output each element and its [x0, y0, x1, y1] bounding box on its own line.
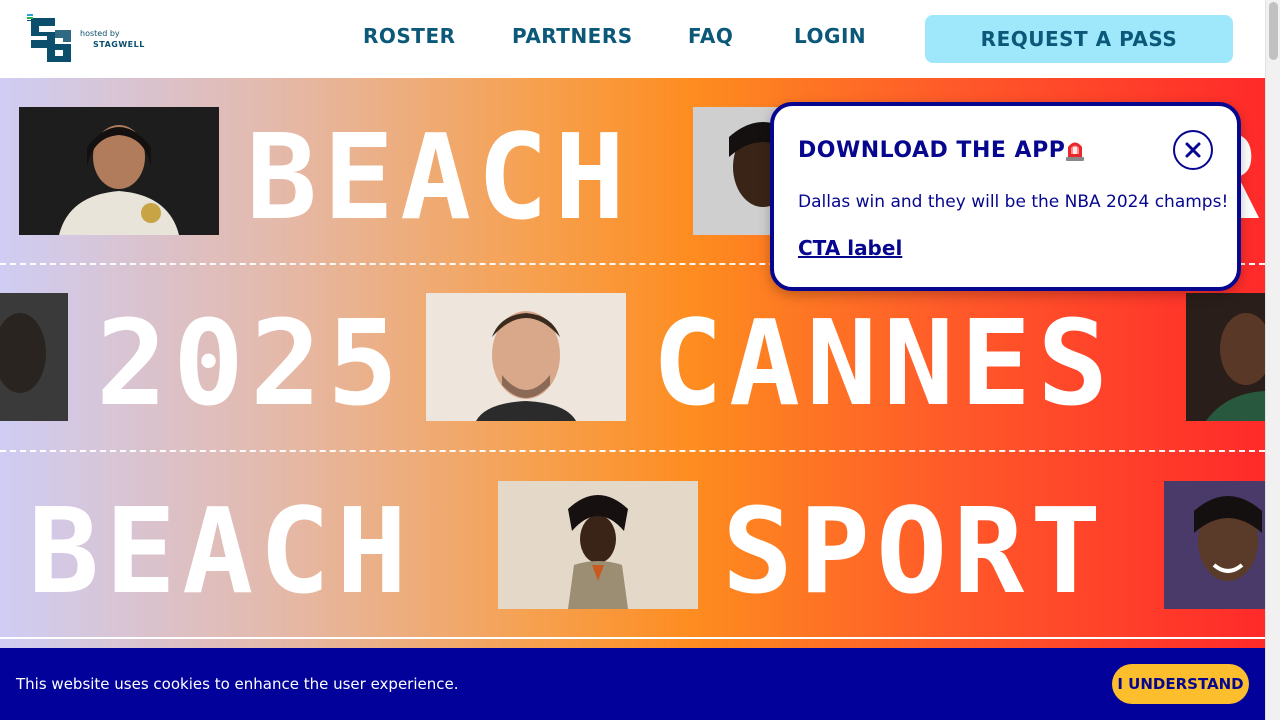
athlete-photo [426, 293, 626, 421]
popup-message: Dallas win and they will be the NBA 2024… [798, 192, 1229, 212]
sb-logo-mark [31, 18, 71, 62]
hosted-by-label: hosted by [80, 29, 120, 38]
nav-partners[interactable]: PARTNERS [512, 24, 633, 48]
close-popup-button[interactable] [1173, 130, 1213, 170]
nav-faq[interactable]: FAQ [688, 24, 733, 48]
hero-word-2025: 2025 [96, 294, 405, 432]
cookie-banner: This website uses cookies to enhance the… [0, 648, 1265, 720]
athlete-photo [498, 481, 698, 609]
popup-cta-link[interactable]: CTA label [798, 236, 902, 260]
request-pass-button[interactable]: REQUEST A PASS [925, 15, 1233, 63]
nav-roster[interactable]: ROSTER [363, 24, 456, 48]
divider [0, 637, 1265, 639]
page-scrollbar[interactable] [1265, 0, 1280, 720]
hero-word-beach: BEACH [28, 482, 414, 620]
sport-beach-logo[interactable]: hosted by STAGWELL [27, 14, 157, 64]
hero-word-cannes: CANNES [652, 294, 1115, 432]
cookie-message: This website uses cookies to enhance the… [16, 675, 459, 693]
athlete-photo [19, 107, 219, 235]
siren-icon [1066, 142, 1084, 161]
close-icon [1185, 142, 1201, 158]
divider [0, 450, 1265, 452]
accept-cookies-button[interactable]: I UNDERSTAND [1112, 664, 1249, 704]
hero-word-sport: SPORT [722, 482, 1108, 620]
athlete-photo [1186, 293, 1265, 421]
site-header: hosted by STAGWELL ROSTER PARTNERS FAQ L… [0, 0, 1265, 78]
athlete-photo [1164, 481, 1265, 609]
nav-login[interactable]: LOGIN [794, 24, 866, 48]
scrollbar-thumb[interactable] [1269, 2, 1278, 60]
athlete-photo [0, 293, 68, 421]
download-app-popup: DOWNLOAD THE APP Dallas win and they wil… [770, 102, 1241, 291]
stagwell-wordmark: STAGWELL [93, 40, 145, 49]
stagwell-icon [27, 14, 33, 21]
popup-title: DOWNLOAD THE APP [798, 138, 1066, 163]
hero-word-beach: BEACH [246, 108, 632, 246]
